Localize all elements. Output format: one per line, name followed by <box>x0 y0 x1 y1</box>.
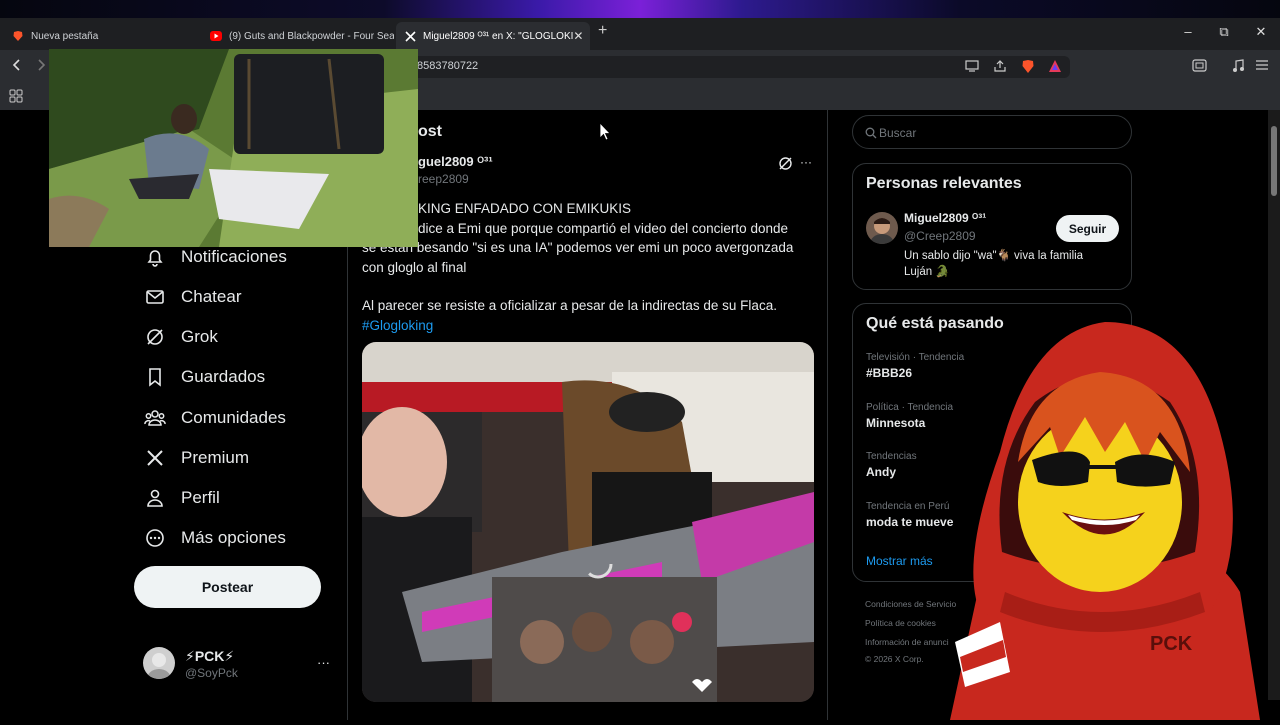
tab-x-post[interactable]: Miguel2809 ᴼ³¹ en X: "GLOGLOKI ✕ <box>396 22 590 50</box>
person-icon <box>144 487 166 509</box>
browser-tab-bar: Nueva pestaña (9) Guts and Blackpowder -… <box>0 18 1280 50</box>
youtube-icon <box>210 30 222 42</box>
share-icon[interactable] <box>993 59 1007 76</box>
relevant-people-panel: Personas relevantes Miguel2809 ᴼ³¹ @Cree… <box>852 163 1132 290</box>
grok-icon[interactable] <box>778 156 793 176</box>
relevant-name[interactable]: Miguel2809 ᴼ³¹ <box>904 211 986 225</box>
cookies-link[interactable]: Política de cookies <box>865 618 936 628</box>
restore-button[interactable]: ⧉ <box>1214 24 1234 40</box>
account-name: ⚡PCK⚡ <box>185 648 235 664</box>
nav-notificaciones[interactable]: Notificaciones <box>144 246 287 268</box>
avatar[interactable] <box>866 212 898 244</box>
cast-icon[interactable] <box>965 60 979 75</box>
trend-category: Tendencias <box>866 451 917 462</box>
trend-name: Andy <box>866 465 896 479</box>
trend-item[interactable]: Tendencias Andy <box>866 451 917 479</box>
streamer-avatar-overlay: PCK <box>940 312 1268 720</box>
post-line: Al parecer se resiste a oficializar a pe… <box>362 298 777 313</box>
brave-icon <box>12 30 24 42</box>
bell-icon <box>144 246 166 268</box>
follow-button[interactable]: Seguir <box>1056 215 1119 242</box>
tab-new-tab[interactable]: Nueva pestaña <box>4 22 200 50</box>
address-bar[interactable]: 8583780722 <box>405 56 1070 78</box>
back-icon[interactable] <box>11 58 23 75</box>
tab-title: (9) Guts and Blackpowder - Four Sea <box>229 30 394 42</box>
new-tab-button[interactable]: + <box>598 22 607 40</box>
media-icon[interactable] <box>1231 59 1245 76</box>
nav-label: Más opciones <box>181 528 286 547</box>
x-logo-icon <box>144 447 166 469</box>
nav-label: Guardados <box>181 367 266 386</box>
scrollbar-thumb[interactable] <box>1271 126 1277 196</box>
post-line: se estan besando "si es una IA" podemos … <box>362 240 794 255</box>
post-author-name[interactable]: guel2809 ᴼ³¹ <box>418 154 493 169</box>
x-logo-icon <box>404 30 416 42</box>
mail-icon <box>144 286 166 308</box>
nav-guardados[interactable]: Guardados <box>144 366 265 388</box>
relevant-handle[interactable]: @Creep2809 <box>904 229 976 243</box>
nav-label: Perfil <box>181 488 220 507</box>
nav-comunidades[interactable]: Comunidades <box>144 407 286 429</box>
column-divider <box>827 110 828 720</box>
forward-icon[interactable] <box>35 58 47 75</box>
search-input[interactable]: Buscar <box>852 115 1132 149</box>
hoodie-logo-text: PCK <box>1150 633 1193 655</box>
copyright-text: © 2026 X Corp. <box>865 654 924 664</box>
nav-grok[interactable]: Grok <box>144 326 218 348</box>
close-tab-icon[interactable]: ✕ <box>573 29 583 43</box>
bookmark-icon <box>144 366 166 388</box>
communities-icon <box>144 407 166 429</box>
panel-title: Personas relevantes <box>866 175 1022 192</box>
post-line: KING ENFADADO CON EMIKUKIS <box>418 201 632 216</box>
nav-label: Premium <box>181 448 250 467</box>
minimize-button[interactable]: – <box>1178 24 1198 39</box>
account-handle: @SoyPck <box>185 666 238 680</box>
ads-info-link[interactable]: Información de anunci <box>865 637 949 647</box>
search-placeholder: Buscar <box>879 126 917 140</box>
tab-youtube[interactable]: (9) Guts and Blackpowder - Four Sea <box>202 22 394 50</box>
page-title: ost <box>418 123 442 140</box>
more-circle-icon <box>144 527 166 549</box>
grok-icon <box>144 326 166 348</box>
search-icon <box>865 126 877 144</box>
page-scrollbar[interactable] <box>1268 110 1280 700</box>
stream-glow-bar <box>0 0 1280 18</box>
tab-title: Nueva pestaña <box>31 30 99 42</box>
show-more-link[interactable]: Mostrar más <box>866 554 933 568</box>
menu-icon[interactable] <box>1255 59 1269 74</box>
tab-title: Miguel2809 ᴼ³¹ en X: "GLOGLOKI <box>423 30 574 42</box>
brave-shields-icon[interactable] <box>1021 59 1035 77</box>
post-video[interactable] <box>362 342 814 702</box>
account-more-icon[interactable]: ··· <box>317 655 330 670</box>
nav-mas-opciones[interactable]: Más opciones <box>144 527 286 549</box>
post-text: KING ENFADADO CON EMIKUKIS dice a Emi qu… <box>362 199 812 335</box>
nav-label: Grok <box>181 327 218 346</box>
post-hashtag-link[interactable]: #Glogloking <box>362 316 812 336</box>
post-line: dice a Emi que porque compartió el video… <box>418 220 788 236</box>
nav-premium[interactable]: Premium <box>144 447 249 469</box>
apps-grid-icon[interactable] <box>9 89 23 106</box>
sidebar-toggle-icon[interactable] <box>1192 59 1207 75</box>
account-avatar[interactable] <box>143 647 175 679</box>
close-window-button[interactable]: ✕ <box>1251 24 1271 40</box>
nav-perfil[interactable]: Perfil <box>144 487 220 509</box>
post-author-handle[interactable]: reep2809 <box>418 172 469 186</box>
nav-chatear[interactable]: Chatear <box>144 286 241 308</box>
url-text: 8583780722 <box>417 60 479 72</box>
post-more-icon[interactable]: ··· <box>800 155 812 169</box>
brave-rewards-icon[interactable] <box>1048 59 1062 76</box>
nav-label: Chatear <box>181 287 242 306</box>
post-line <box>362 277 812 296</box>
post-button[interactable]: Postear <box>134 566 321 608</box>
pip-video-overlay <box>49 49 418 247</box>
mouse-cursor-icon <box>599 122 611 147</box>
nav-label: Notificaciones <box>181 247 287 266</box>
post-line: con gloglo al final <box>362 259 467 275</box>
relevant-bio: Un sablo dijo "wa"🐐 viva la familia Lujá… <box>904 250 1084 278</box>
nav-label: Comunidades <box>181 408 286 427</box>
